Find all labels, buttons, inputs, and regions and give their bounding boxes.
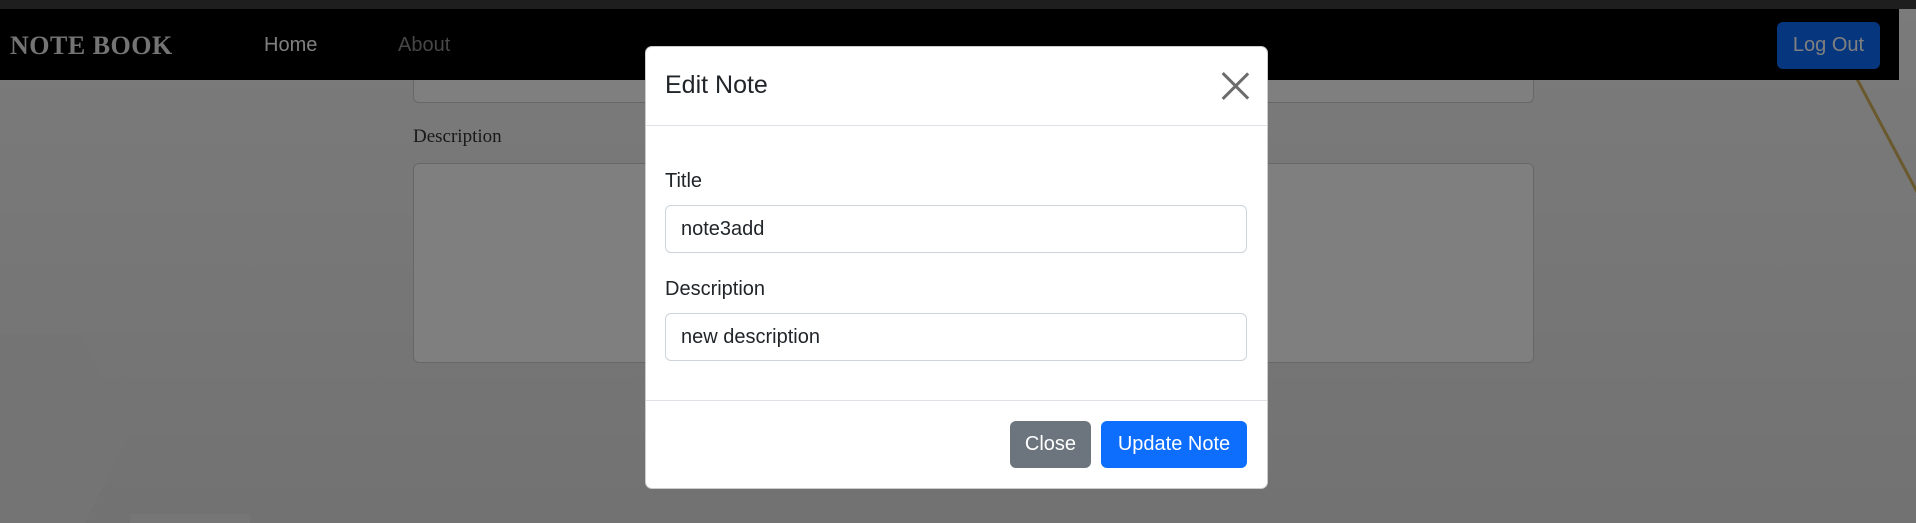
- modal-footer: Close Update Note: [646, 400, 1267, 488]
- title-label: Title: [665, 170, 703, 192]
- description-label: Description: [665, 278, 766, 300]
- edit-note-modal: Edit Note Title Description Close Update…: [645, 46, 1268, 489]
- close-icon[interactable]: [1221, 71, 1251, 101]
- title-input[interactable]: [665, 205, 1247, 253]
- close-button[interactable]: Close: [1010, 421, 1091, 468]
- modal-title: Edit Note: [665, 71, 768, 99]
- modal-header: Edit Note: [646, 47, 1267, 126]
- description-input[interactable]: [665, 313, 1247, 361]
- update-note-button[interactable]: Update Note: [1101, 421, 1247, 468]
